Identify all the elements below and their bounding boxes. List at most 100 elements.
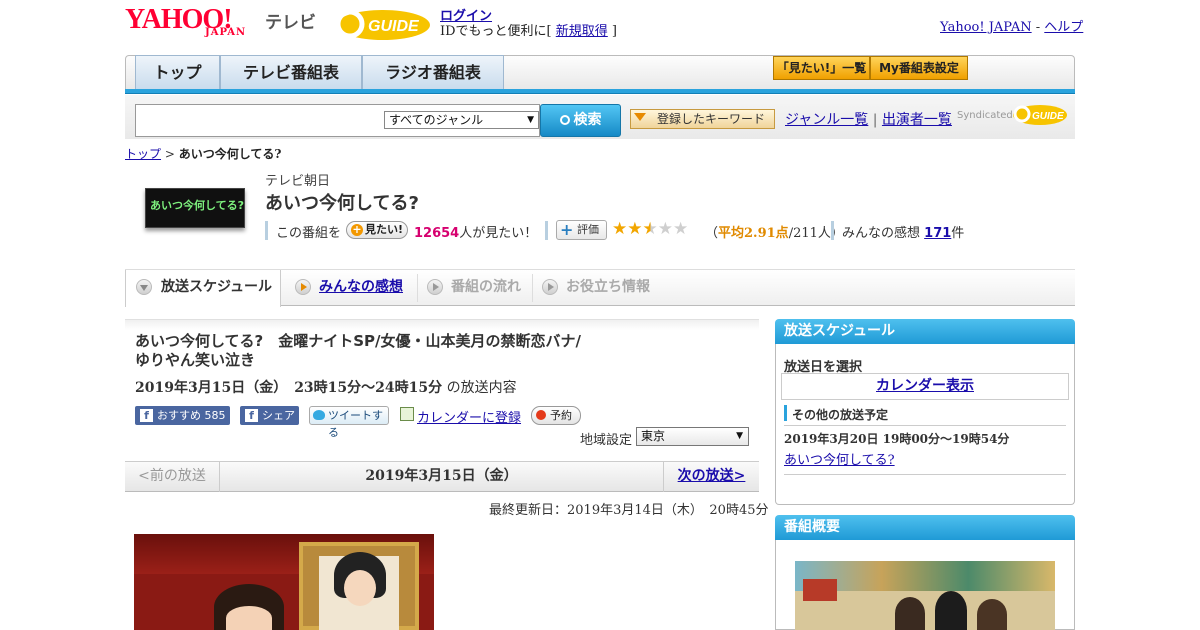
play-icon [548, 283, 554, 291]
gguide-logo[interactable]: GUIDE [334, 6, 432, 42]
nav-accent-bar [125, 89, 1075, 94]
dropdown-arrow-icon [634, 113, 646, 121]
twitter-bird-icon [313, 410, 325, 420]
impressions-label: みんなの感想 [842, 226, 921, 241]
record-icon [536, 410, 546, 420]
header-links: Yahoo! JAPAN - ヘルプ [940, 16, 1083, 35]
search-icon [559, 115, 570, 125]
gguide-logo-text: GUIDE [368, 18, 420, 35]
sidebar-overview-header: 番組概要 [775, 515, 1075, 540]
add-to-calendar-link[interactable]: カレンダーに登録 [417, 407, 521, 426]
overview-photo [795, 561, 1055, 630]
search-button-label: 検索 [573, 112, 602, 128]
other-broadcasts-label: その他の放送予定 [792, 408, 889, 422]
episode-date: 2019年3月15日（金） 23時15分～24時15分 [135, 380, 443, 396]
syndicated-label: Syndicated [957, 110, 1013, 121]
next-broadcast-date: 2019年3月20日 19時00分～19時54分 [784, 432, 1010, 446]
header-link-separator: - [1031, 20, 1045, 35]
episode-date-suffix: の放送内容 [442, 380, 517, 396]
tab-impressions[interactable]: みんなの感想 [319, 270, 403, 305]
nav-tab-radio-schedule[interactable]: ラジオ番組表 [362, 55, 504, 89]
region-label: 地域設定 [580, 433, 633, 448]
divider [784, 425, 1066, 426]
star-icon: ★ [612, 219, 628, 239]
stat-divider [831, 221, 834, 240]
station-name: テレビ朝日 [265, 174, 331, 189]
last-updated: 最終更新日：2019年3月14日（木） 20時45分 [489, 503, 769, 518]
star-icon: ★ [627, 219, 643, 239]
play-icon [301, 283, 307, 291]
photo-person [935, 591, 967, 630]
sidebar-schedule-header: 放送スケジュール [775, 319, 1075, 344]
photo-person-face [226, 606, 272, 630]
register-link[interactable]: 新規取得 [556, 24, 608, 39]
photo-face [344, 570, 376, 606]
login-sub-suffix: ] [607, 24, 617, 39]
tab-useful-info[interactable]: お役立ち情報 [566, 270, 650, 305]
nav-tab-tv-schedule[interactable]: テレビ番組表 [220, 55, 362, 89]
rating-average: （平均2.91点/211人） [705, 222, 844, 241]
impressions-unit: 件 [951, 226, 965, 241]
genre-select-value: すべてのジャンル [389, 113, 484, 127]
photo-sign [803, 579, 837, 601]
breadcrumb: トップ > あいつ今何してる? [125, 145, 281, 162]
registered-keyword-button[interactable]: 登録したキーワード [630, 109, 775, 129]
star-half-icon: ★ [642, 219, 658, 239]
previous-broadcast-link[interactable]: <前の放送 [125, 461, 220, 492]
next-broadcast-title-link[interactable]: あいつ今何してる? [784, 449, 895, 468]
breadcrumb-current: あいつ今何してる? [178, 147, 282, 161]
login-subtext: IDでもっと便利に[ 新規取得 ] [440, 20, 617, 39]
program-title: あいつ今何してる? [265, 193, 419, 214]
facebook-icon: f [245, 409, 258, 422]
stat-divider [545, 221, 548, 240]
want-suffix: 人が見たい！ [459, 226, 538, 241]
impressions-count-link[interactable]: 171 [924, 226, 951, 241]
gguide-small-logo-text: GUIDE [1032, 111, 1064, 122]
want-count: 12654 [414, 226, 460, 241]
star-empty-icon: ★ [673, 219, 689, 239]
tab-separator [532, 274, 533, 302]
yahoo-japan-link[interactable]: Yahoo! JAPAN [940, 20, 1032, 35]
tab-separator [417, 274, 418, 302]
impressions-summary: みんなの感想 171件 [842, 222, 964, 241]
calendar-icon [400, 407, 414, 421]
calendar-view-link[interactable]: カレンダー表示 [781, 373, 1069, 400]
plus-icon: + [560, 220, 574, 239]
photo-person [977, 599, 1007, 630]
section-accent-bar [784, 405, 787, 421]
play-icon [433, 283, 439, 291]
photo-person [895, 597, 925, 630]
chevron-down-icon: ▼ [736, 431, 743, 441]
program-thumbnail-text: あいつ今何してる? [150, 199, 245, 212]
breadcrumb-separator: > [161, 147, 179, 161]
plus-icon: + [351, 223, 363, 236]
genre-list-link[interactable]: ジャンル一覧 [785, 112, 868, 128]
cast-list-link[interactable]: 出演者一覧 [882, 112, 952, 128]
my-schedule-button[interactable]: My番組表設定 [870, 56, 968, 80]
next-broadcast-link[interactable]: 次の放送> [663, 461, 759, 492]
help-link[interactable]: ヘルプ [1044, 20, 1083, 35]
mitai-list-button[interactable]: 「見たい!」一覧 [773, 56, 870, 80]
current-broadcast-date: 2019年3月15日（金） [365, 468, 518, 484]
episode-photo [134, 534, 434, 630]
tab-program-flow[interactable]: 番組の流れ [451, 270, 521, 305]
genre-select[interactable]: すべてのジャンル ▼ [384, 111, 539, 129]
region-select[interactable]: 東京 ▼ [636, 427, 749, 446]
want-count-text: 12654人が見たい！ [414, 222, 537, 241]
breadcrumb-top[interactable]: トップ [125, 147, 161, 161]
region-select-value: 東京 [641, 429, 666, 443]
divider [784, 474, 1066, 475]
want-prefix: この番組を [276, 226, 342, 241]
chevron-down-icon [140, 285, 148, 291]
facebook-icon: f [140, 409, 153, 422]
rating-count: /211人） [788, 226, 844, 241]
stat-divider [265, 221, 268, 240]
chevron-down-icon: ▼ [527, 115, 534, 125]
tv-logo-text[interactable]: テレビ [265, 8, 316, 33]
search-button[interactable]: 検索 [540, 104, 621, 137]
star-empty-icon: ★ [657, 219, 673, 239]
rating-stars: ★★★★★ [612, 219, 688, 239]
gguide-small-logo: GUIDE [1013, 105, 1067, 125]
episode-airtime: 2019年3月15日（金） 23時15分～24時15分 の放送内容 [135, 377, 517, 397]
nav-tab-top[interactable]: トップ [135, 55, 220, 89]
